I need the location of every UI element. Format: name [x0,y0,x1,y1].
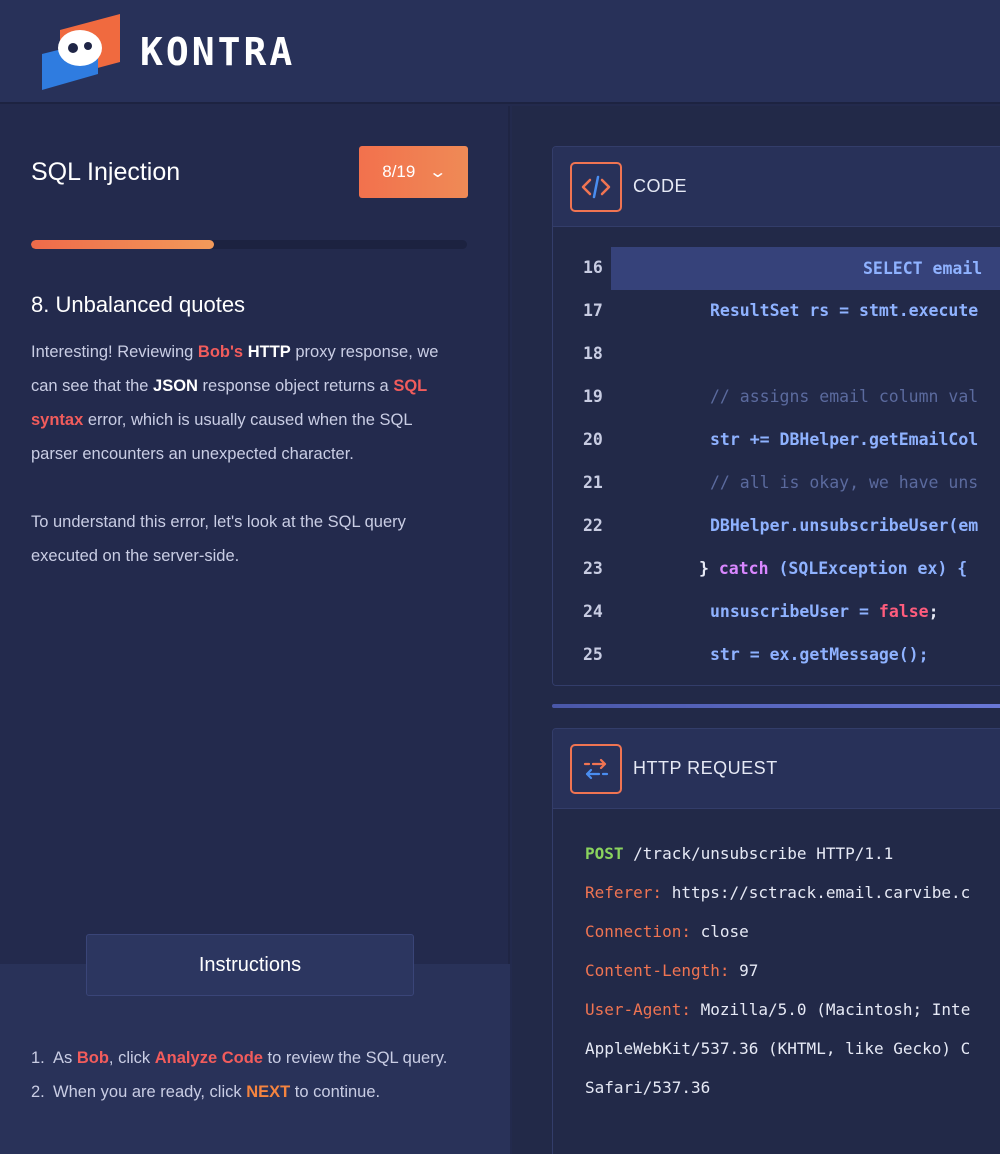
code-line: DBHelper.unsubscribeUser(em [710,516,979,535]
lesson-progress-bar [31,240,467,249]
line-number: 21 [583,473,603,492]
step-description: Interesting! Reviewing Bob's HTTP proxy … [31,335,461,607]
line-number: 18 [583,344,603,363]
request-line: POST /track/unsubscribe HTTP/1.1 [585,844,894,863]
transfer-arrows-icon [570,744,622,794]
module-title: SQL Injection [31,158,181,186]
header-line: Content-Length: 97 [585,961,759,980]
instructions-tab[interactable]: Instructions [86,934,414,996]
step-selector-button[interactable]: 8/19 ⌄ [359,146,468,198]
json-highlight: JSON [153,377,198,395]
instruction-item: 2. When you are ready, click NEXT to con… [31,1083,381,1101]
header-line: Connection: close [585,922,749,941]
step-selector-label: 8/19 [382,162,416,181]
code-brackets-icon [570,162,622,212]
instructions-list: 1. As Bob, click Analyze Code to review … [31,1041,471,1109]
header-line: Referer: https://sctrack.email.carvibe.c [585,883,971,902]
lesson-panel: SQL Injection 8/19 ⌄ 8. Unbalanced quote… [0,106,510,1154]
step-heading: 8. Unbalanced quotes [31,292,246,317]
workspace: CODE SELECT email 16 17 ResultSet rs = s… [512,106,1000,1154]
code-comment: // assigns email column val [710,387,979,406]
line-number: 22 [583,516,603,535]
code-panel-title: CODE [633,176,688,196]
line-number: 25 [583,645,603,664]
chevron-down-icon: ⌄ [428,164,448,181]
http-panel-header: HTTP REQUEST [553,729,1000,809]
description-paragraph-2: To understand this error, let's look at … [31,513,406,565]
code-line: } catch (SQLException ex) { [699,559,968,578]
bob-highlight: Bob [76,1049,109,1067]
line-number: 17 [583,301,603,320]
code-line: str = ex.getMessage(); [710,645,929,664]
next-highlight: NEXT [246,1083,291,1101]
code-panel-header: CODE [553,147,1000,227]
code-line-highlighted: SELECT email [611,247,1000,290]
http-request-viewer[interactable]: POST /track/unsubscribe HTTP/1.1 Referer… [553,809,1000,1154]
line-number: 24 [583,602,603,621]
code-panel: CODE SELECT email 16 17 ResultSet rs = s… [552,146,1000,686]
header-continuation: Safari/537.36 [585,1078,711,1097]
http-panel-title: HTTP REQUEST [633,758,778,778]
line-number: 19 [583,387,603,406]
line-number: 23 [583,559,603,578]
lesson-progress-fill [31,240,215,249]
code-line: str += DBHelper.getEmailCol [710,430,979,449]
panel-divider[interactable] [552,704,1000,708]
top-bar: KONTRA [0,0,1000,104]
analyze-code-highlight: Analyze Code [154,1049,263,1067]
kontra-logo-icon[interactable] [40,12,124,92]
line-number: 16 [583,258,603,277]
description-paragraph-1: Interesting! Reviewing Bob's HTTP proxy … [31,343,439,463]
brand-name: KONTRA [140,30,296,74]
header-line: User-Agent: Mozilla/5.0 (Macintosh; Inte [585,1000,971,1019]
instruction-item: 1. As Bob, click Analyze Code to review … [31,1049,448,1067]
http-request-panel: HTTP REQUEST POST /track/unsubscribe HTT… [552,728,1000,1154]
http-highlight: HTTP [247,343,291,361]
header-continuation: AppleWebKit/537.36 (KHTML, like Gecko) C [585,1039,971,1058]
line-number: 20 [583,430,603,449]
code-comment: // all is okay, we have uns [710,473,979,492]
code-line: ResultSet rs = stmt.execute [710,301,979,320]
bob-highlight: Bob's [197,343,244,361]
code-viewer[interactable]: SELECT email 16 17 ResultSet rs = stmt.e… [553,227,1000,685]
code-line: unsuscribeUser = false; [710,602,939,621]
